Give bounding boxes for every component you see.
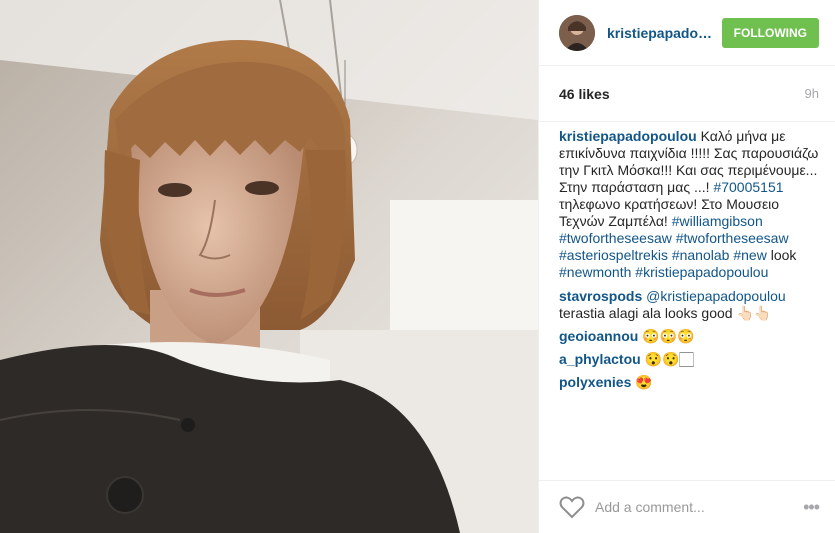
post-stats: 46 likes 9h <box>539 66 835 122</box>
post-header: kristiepapadop... FOLLOWING <box>539 0 835 66</box>
caption-username[interactable]: kristiepapadopoulou <box>559 128 697 144</box>
hashtag-link[interactable]: #nanolab <box>672 247 730 263</box>
heart-icon[interactable] <box>559 495 585 519</box>
hashtag-link[interactable]: #newmonth <box>559 264 631 280</box>
likes-count[interactable]: 46 likes <box>559 86 610 102</box>
comment-text: 😍 <box>631 374 653 390</box>
comment-bar: Add a comment... ••• <box>539 480 835 533</box>
post-photo[interactable] <box>0 0 538 533</box>
comment-item: stavrospods @kristiepapadopoulou terasti… <box>559 288 821 322</box>
comment-text: 😳😳😳 <box>638 328 695 344</box>
comment-username[interactable]: stavrospods <box>559 288 642 304</box>
hashtag-link[interactable]: #williamgibson <box>672 213 763 229</box>
caption: kristiepapadopoulou Καλό μήνα με επικίνδ… <box>559 128 821 281</box>
comment-text: 😯😯🏻 <box>640 351 694 367</box>
post-time[interactable]: 9h <box>805 86 819 101</box>
hashtag-link[interactable]: #asteriospeltrekis <box>559 247 668 263</box>
add-comment-input[interactable]: Add a comment... <box>595 499 803 515</box>
following-button[interactable]: FOLLOWING <box>721 17 819 48</box>
comment-username[interactable]: geoioannou <box>559 328 638 344</box>
comment-username[interactable]: polyxenies <box>559 374 631 390</box>
avatar[interactable] <box>559 14 595 51</box>
post-sidebar: kristiepapadop... FOLLOWING 46 likes 9h … <box>538 0 835 533</box>
comment-item: a_phylactou 😯😯🏻 <box>559 351 821 368</box>
comment-username[interactable]: a_phylactou <box>559 351 641 367</box>
hashtag-link[interactable]: #new <box>733 247 766 263</box>
hashtag-link[interactable]: #twofortheseesaw <box>559 230 672 246</box>
instagram-post: kristiepapadop... FOLLOWING 46 likes 9h … <box>0 0 835 533</box>
username-link[interactable]: kristiepapadop... <box>607 25 714 41</box>
mention-link[interactable]: @kristiepapadopoulou <box>646 288 786 304</box>
hashtag-link[interactable]: #kristiepapadopoulou <box>635 264 768 280</box>
comment-text: terastia alagi ala looks good 👆🏻👆🏻 <box>559 305 772 321</box>
comments-list: kristiepapadopoulou Καλό μήνα με επικίνδ… <box>539 128 835 391</box>
avatar-image <box>559 14 595 51</box>
hashtag-link[interactable]: #twofortheseesaw <box>676 230 789 246</box>
comment-item: polyxenies 😍 <box>559 374 821 391</box>
caption-text: look <box>766 247 797 263</box>
more-options-icon[interactable]: ••• <box>803 497 820 518</box>
hashtag-link[interactable]: #70005151 <box>713 179 783 195</box>
selfie-image <box>0 0 538 533</box>
comment-item: geoioannou 😳😳😳 <box>559 328 821 345</box>
